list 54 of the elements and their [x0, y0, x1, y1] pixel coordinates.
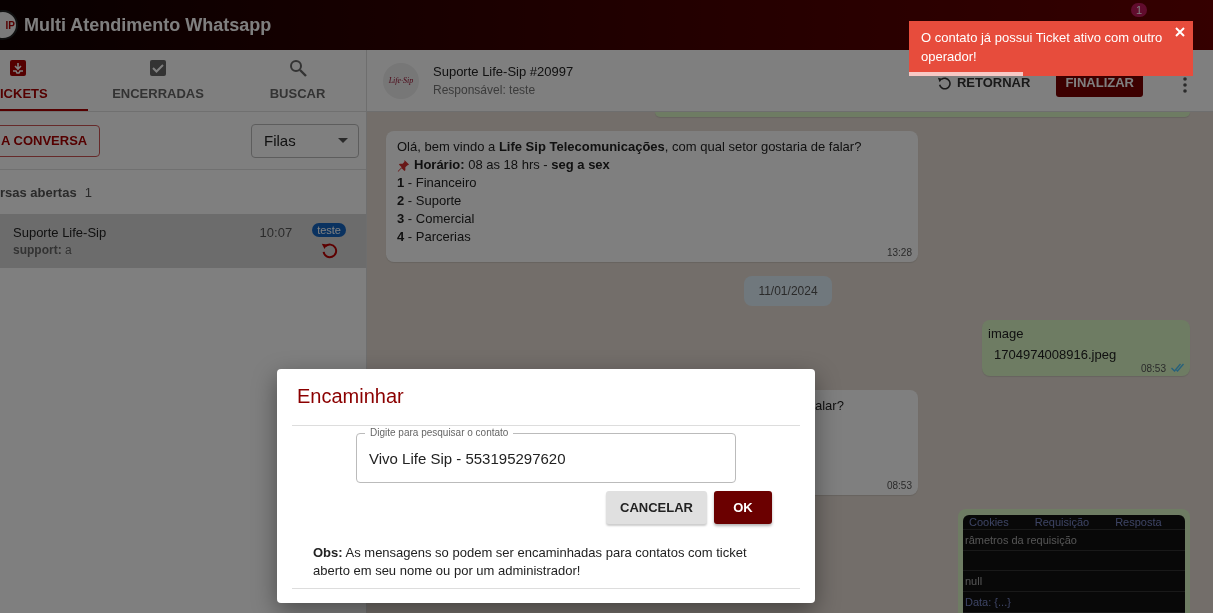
message-time: 13:28 [886, 246, 912, 261]
file-name[interactable]: 1704974008916.jpeg [988, 347, 1184, 363]
contact-name: Suporte Life-Sip [13, 225, 108, 240]
message-text: 1 - Financeiro [397, 176, 477, 191]
notification-badge: 1 [1131, 3, 1148, 17]
message-text: 2 - Suporte [397, 194, 462, 209]
message-time: 08:53 [1140, 363, 1166, 375]
ticket-time: 10:07 [259, 224, 293, 240]
message-text: Horário: 08 as 18 hrs - seg a sex [414, 158, 610, 173]
chat-title: Suporte Life-Sip #20997 [433, 64, 575, 79]
cancel-button[interactable]: CANCELAR [606, 491, 707, 524]
ticket-item[interactable]: Suporte Life-Sip support: a 10:07 teste [0, 214, 366, 268]
tab[interactable]: ENCERRADAS [88, 50, 228, 111]
logo: IP [0, 10, 18, 40]
user-tag: teste [312, 223, 346, 237]
tab[interactable]: ICKETS [0, 50, 88, 111]
new-conversation-button[interactable]: A CONVERSA [0, 124, 101, 157]
message-text: 4 - Parcerias [397, 230, 471, 245]
inbox-icon [8, 58, 28, 78]
queue-select[interactable]: Filas [251, 123, 359, 158]
date-chip: 11/01/2024 [744, 276, 832, 307]
return-button[interactable]: RETORNAR [930, 74, 1037, 91]
dropdown-caret-icon [338, 138, 348, 143]
search-icon [287, 58, 308, 78]
contact-search-field[interactable]: Digite para pesquisar o contato Vivo Life Sip - 553195297620 [356, 426, 736, 483]
screenshot-text: null [963, 571, 1185, 592]
undo-icon [936, 75, 951, 90]
message-caption: image [988, 326, 1025, 342]
chat-subtitle: Responsável: teste [433, 83, 537, 97]
screenshot-text: râmetros da requisição [963, 530, 1185, 551]
search-input[interactable]: Vivo Life Sip - 553195297620 [369, 440, 723, 476]
dialog-note: Obs: As mensagens so podem ser encaminhadas para contatos com ticket aberto em seu nome ou por um administrador! [312, 544, 748, 580]
message-text: Olá, bem vindo a Life Sip Telecomunicações, com qual setor gostaria de falar? [397, 140, 862, 155]
ok-button[interactable]: OK [714, 491, 772, 524]
screenshot-text: Resposta [1115, 515, 1162, 529]
more-options-icon[interactable] [1183, 76, 1187, 93]
undo-icon[interactable] [320, 241, 339, 259]
screenshot-text: Cookies [969, 515, 1009, 529]
message-text: alar? [815, 399, 844, 414]
message-preview: support: a [13, 243, 73, 257]
message-text: 3 - Comercial [397, 212, 475, 227]
app-title: Multi Atendimento Whatsapp [24, 14, 273, 36]
message-time: 08:53 [886, 479, 912, 493]
field-label: Digite para pesquisar o contato [369, 426, 510, 440]
close-icon[interactable] [1175, 27, 1185, 37]
toast-message: O contato já possui Ticket ativo com outro operador! [921, 30, 1163, 64]
checkbox-icon [148, 58, 168, 78]
dialog-title: Encaminhar [296, 384, 405, 409]
section-label: rsas abertas [0, 184, 77, 200]
screenshot-text: Requisição [1034, 515, 1090, 529]
tab[interactable]: BUSCAR [228, 50, 366, 111]
contact-avatar: Life·Sip [383, 62, 419, 99]
screenshot-text: Data: {...} [963, 592, 1185, 613]
section-count: 1 [84, 184, 92, 200]
